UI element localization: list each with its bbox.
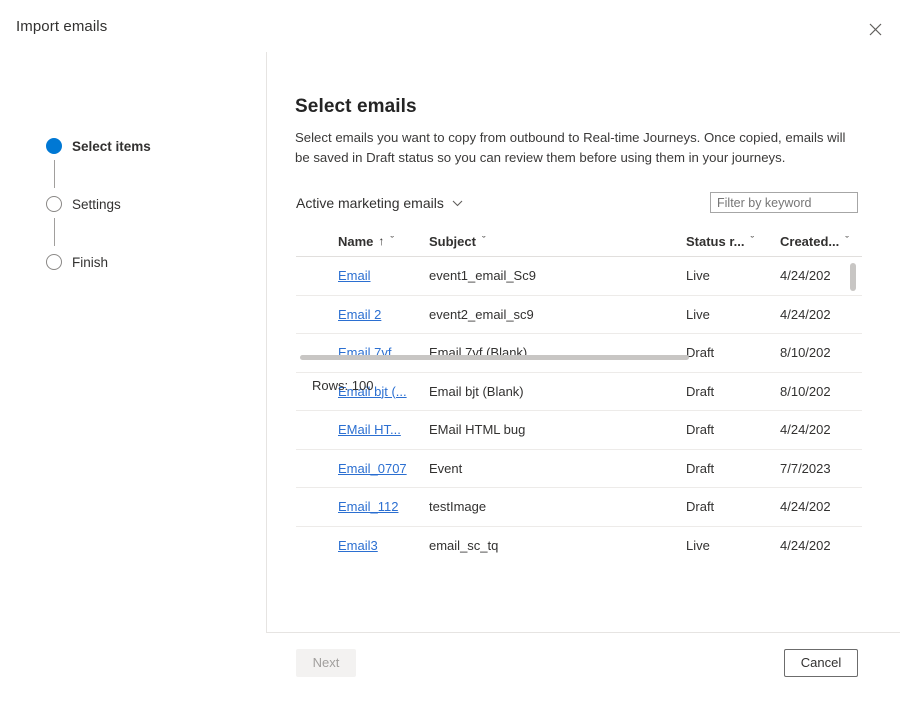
table-row[interactable]: Email event1_email_Sc9 Live 4/24/202 — [296, 257, 862, 296]
table-row[interactable]: EMail HT... EMail HTML bug Draft 4/24/20… — [296, 411, 862, 450]
table-row[interactable]: Email_0707 Event Draft 7/7/2023 — [296, 450, 862, 488]
stepper-item-label: Select items — [72, 138, 151, 154]
column-header-label: Name — [338, 233, 374, 249]
table-row[interactable]: Email3 email_sc_tq Live 4/24/202 — [296, 527, 862, 565]
email-status: Draft — [686, 460, 715, 476]
close-icon — [869, 23, 882, 36]
chevron-down-icon: ˇ — [481, 235, 486, 247]
step-bullet-icon — [46, 196, 62, 212]
column-header-name[interactable]: Name ↑ ˇ — [338, 231, 394, 251]
column-header-created-on[interactable]: Created... ˇ — [780, 231, 849, 251]
chevron-down-icon: ˇ — [390, 235, 395, 247]
chevron-down-icon — [452, 194, 463, 212]
step-connector-1 — [53, 160, 55, 188]
email-created-on: 4/24/202 — [780, 422, 831, 437]
email-name-link[interactable]: Email_112 — [338, 499, 398, 514]
email-subject: event1_email_Sc9 — [429, 268, 536, 283]
email-created-on: 7/7/2023 — [780, 460, 831, 476]
chevron-down-icon: ˇ — [845, 235, 849, 247]
email-subject: testImage — [429, 499, 487, 514]
email-name-link[interactable]: Email 2 — [338, 307, 381, 322]
sort-ascending-icon: ↑ — [378, 234, 385, 248]
column-header-label: Created... — [780, 233, 840, 249]
step-connector-2 — [53, 218, 55, 246]
column-header-label: Subject — [429, 233, 476, 249]
email-subject: email_sc_tq — [429, 537, 499, 553]
cancel-button[interactable]: Cancel — [784, 649, 858, 677]
column-header-label: Status r... — [686, 233, 745, 249]
email-name-link[interactable]: EMail HT... — [338, 422, 401, 437]
chevron-down-icon: ˇ — [750, 235, 755, 247]
column-header-status-reason[interactable]: Status r... ˇ — [686, 231, 754, 251]
dialog-footer: Next Cancel — [266, 632, 900, 705]
filter-input[interactable] — [710, 192, 858, 213]
grid-vertical-scrollbar-thumb[interactable] — [850, 263, 856, 291]
table-row[interactable]: Email 2 event2_email_sc9 Live 4/24/202 — [296, 296, 862, 334]
table-row[interactable]: Email bjt (... Email bjt (Blank) Draft 8… — [296, 373, 862, 411]
email-created-on: 8/10/202 — [780, 383, 831, 399]
email-created-on: 4/24/202 — [780, 499, 831, 514]
content-pane: Select emails Select emails you want to … — [267, 52, 900, 632]
email-status: Draft — [686, 422, 715, 437]
email-created-on: 4/24/202 — [780, 306, 831, 322]
stepper-item-select-items[interactable]: Select items — [46, 137, 151, 155]
email-status: Draft — [686, 383, 715, 399]
email-subject: Event — [429, 460, 463, 476]
table-row[interactable]: Email_112 testImage Draft 4/24/202 — [296, 488, 862, 527]
grid-horizontal-scrollbar-thumb[interactable] — [300, 355, 689, 360]
stepper-item-label: Settings — [72, 196, 121, 212]
column-header-subject[interactable]: Subject ˇ — [429, 231, 486, 251]
stepper-item-finish[interactable]: Finish — [46, 253, 108, 271]
dialog-header: Import emails — [0, 0, 900, 52]
next-button[interactable]: Next — [296, 649, 356, 677]
email-subject: event2_email_sc9 — [429, 306, 534, 322]
page-title: Select emails — [295, 95, 417, 117]
email-status: Draft — [686, 499, 715, 514]
rows-count-label: Rows: 100 — [312, 378, 374, 393]
email-subject: EMail HTML bug — [429, 422, 526, 437]
email-name-link[interactable]: Email3 — [338, 538, 378, 553]
email-grid: Name ↑ ˇ Subject ˇ Status r... ˇ Created… — [296, 228, 862, 564]
close-button[interactable] — [860, 16, 890, 42]
email-name-link[interactable]: Email — [338, 268, 371, 283]
grid-header-row: Name ↑ ˇ Subject ˇ Status r... ˇ Created… — [296, 228, 862, 257]
dialog-title: Import emails — [16, 18, 108, 35]
email-status: Live — [686, 537, 710, 553]
dialog-body: Select items Settings Finish Select emai… — [0, 52, 900, 632]
stepper-item-label: Finish — [72, 254, 109, 270]
stepper-item-settings[interactable]: Settings — [46, 195, 121, 213]
email-subject: Email bjt (Blank) — [429, 383, 524, 399]
wizard-stepper: Select items Settings Finish — [0, 52, 266, 632]
step-bullet-active-icon — [46, 138, 62, 154]
email-status: Live — [686, 268, 710, 283]
email-status: Live — [686, 306, 710, 322]
email-name-link[interactable]: Email_0707 — [338, 461, 407, 476]
page-description: Select emails you want to copy from outb… — [295, 130, 846, 166]
step-bullet-icon — [46, 254, 62, 270]
email-created-on: 4/24/202 — [780, 268, 831, 283]
view-selector[interactable]: Active marketing emails — [296, 192, 463, 214]
view-selector-label: Active marketing emails — [296, 195, 444, 211]
email-created-on: 4/24/202 — [780, 537, 831, 553]
